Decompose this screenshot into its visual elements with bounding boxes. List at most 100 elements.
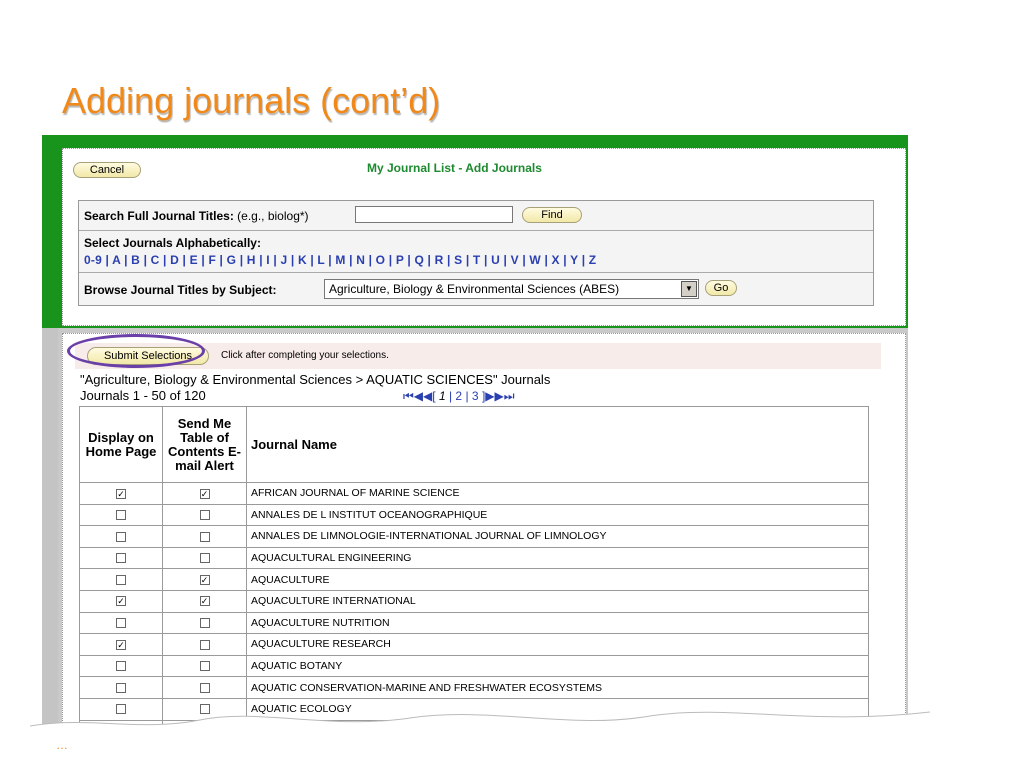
journal-name: AQUACULTURE — [246, 568, 869, 591]
pager-sep: | — [445, 389, 456, 403]
alert-checkbox[interactable] — [199, 510, 210, 521]
alert-checkbox[interactable]: ✓ — [199, 488, 210, 499]
table-row: AQUACULTURE NUTRITION — [79, 611, 869, 635]
alert-cell: ✓ — [162, 589, 247, 613]
results-count: Journals 1 - 50 of 120 — [80, 388, 206, 403]
table-row: ANNALES DE L INSTITUT OCEANOGRAPHIQUE — [79, 503, 869, 527]
alert-checkbox[interactable] — [199, 553, 210, 564]
display-cell — [79, 525, 163, 548]
alert-cell: ✓ — [162, 482, 247, 505]
display-checkbox[interactable] — [116, 682, 126, 693]
go-button[interactable]: Go — [705, 280, 737, 296]
pager-next-last[interactable]: ]▶▶⏭ — [482, 389, 515, 403]
table-row: ✓ AQUACULTURE RESEARCH — [79, 633, 869, 656]
table-row: ✓ AQUACULTURE — [79, 568, 869, 591]
display-cell: ✓ — [79, 589, 163, 613]
journal-name: ANNALES DE L INSTITUT OCEANOGRAPHIQUE — [246, 503, 869, 527]
pager-current: 1 — [438, 389, 446, 403]
alert-cell — [162, 611, 247, 635]
alert-cell — [162, 525, 247, 548]
subject-select-value: Agriculture, Biology & Environmental Sci… — [329, 282, 620, 296]
display-cell — [79, 568, 163, 591]
pager-page-3[interactable]: 3 — [472, 389, 479, 403]
search-label: Search Full Journal Titles: (e.g., biolo… — [84, 209, 309, 223]
torn-edge — [30, 711, 930, 768]
table-row: AQUACULTURAL ENGINEERING — [79, 546, 869, 570]
alert-checkbox[interactable] — [199, 531, 210, 542]
journal-name: ANNALES DE LIMNOLOGIE-INTERNATIONAL JOUR… — [246, 525, 869, 548]
display-checkbox[interactable]: ✓ — [116, 639, 126, 650]
display-checkbox[interactable] — [116, 531, 126, 542]
breadcrumb: "Agriculture, Biology & Environmental Sc… — [80, 372, 551, 387]
add-journals-panel: Cancel My Journal List - Add Journals Se… — [62, 148, 906, 326]
display-checkbox[interactable] — [116, 510, 126, 521]
header-alert: Send Me Table of Contents E-mail Alert — [162, 406, 247, 483]
search-options-box: Search Full Journal Titles: (e.g., biolo… — [78, 200, 874, 306]
display-cell — [79, 654, 163, 678]
cancel-button[interactable]: Cancel — [73, 162, 141, 178]
pager-first-prev[interactable]: ⏮◀◀[ — [403, 389, 436, 403]
journal-table: Display on Home Page Send Me Table of Co… — [79, 406, 869, 743]
table-row: ✓ ✓ AFRICAN JOURNAL OF MARINE SCIENCE — [79, 482, 869, 505]
display-cell — [79, 611, 163, 635]
display-checkbox[interactable] — [116, 553, 126, 564]
alert-checkbox[interactable] — [199, 682, 210, 693]
alphabet-row: Select Journals Alphabetically: 0-9 | A … — [79, 231, 873, 273]
subject-select[interactable]: Agriculture, Biology & Environmental Sci… — [324, 279, 699, 299]
journal-name: AFRICAN JOURNAL OF MARINE SCIENCE — [246, 482, 869, 505]
table-row: AQUATIC CONSERVATION-MARINE AND FRESHWAT… — [79, 676, 869, 699]
slide-title: Adding journals (cont’d) — [62, 80, 441, 121]
alert-cell — [162, 503, 247, 527]
search-input[interactable] — [355, 206, 513, 223]
browse-row: Browse Journal Titles by Subject: Agricu… — [79, 273, 873, 306]
alert-checkbox[interactable]: ✓ — [199, 574, 210, 585]
browse-label: Browse Journal Titles by Subject: — [84, 283, 277, 297]
display-checkbox[interactable] — [116, 618, 126, 629]
dropdown-arrow-icon[interactable]: ▼ — [681, 281, 697, 297]
alert-cell — [162, 546, 247, 570]
pager-sep: | — [462, 389, 472, 403]
table-row: ANNALES DE LIMNOLOGIE-INTERNATIONAL JOUR… — [79, 525, 869, 548]
journal-name: AQUACULTURAL ENGINEERING — [246, 546, 869, 570]
display-cell: ✓ — [79, 482, 163, 505]
display-checkbox[interactable]: ✓ — [116, 488, 126, 499]
alert-cell — [162, 676, 247, 699]
alert-cell: ✓ — [162, 568, 247, 591]
alphabet-links[interactable]: 0-9 | A | B | C | D | E | F | G | H | I … — [84, 253, 596, 267]
search-label-text: Search Full Journal Titles: — [84, 209, 234, 223]
display-cell: ✓ — [79, 633, 163, 656]
panel-heading: My Journal List - Add Journals — [367, 161, 542, 175]
alert-checkbox[interactable] — [199, 661, 210, 672]
alert-checkbox[interactable] — [199, 639, 210, 650]
header-display: Display on Home Page — [79, 406, 163, 483]
display-cell — [79, 676, 163, 699]
left-strip — [42, 328, 58, 755]
alert-cell — [162, 654, 247, 678]
journal-name: AQUATIC BOTANY — [246, 654, 869, 678]
search-row: Search Full Journal Titles: (e.g., biolo… — [79, 201, 873, 231]
alert-checkbox[interactable] — [199, 618, 210, 629]
alert-cell — [162, 633, 247, 656]
submit-hint: Click after completing your selections. — [221, 350, 389, 361]
highlight-oval — [67, 334, 205, 368]
display-checkbox[interactable] — [116, 574, 126, 585]
search-hint: (e.g., biolog*) — [233, 209, 309, 223]
results-panel: Submit Selections Click after completing… — [62, 333, 906, 755]
alert-checkbox[interactable]: ✓ — [199, 596, 210, 607]
journal-name: AQUACULTURE RESEARCH — [246, 633, 869, 656]
table-row: ✓ ✓ AQUACULTURE INTERNATIONAL — [79, 589, 869, 613]
table-header-row: Display on Home Page Send Me Table of Co… — [79, 406, 869, 483]
display-checkbox[interactable]: ✓ — [116, 596, 126, 607]
footer-ellipsis: … — [56, 738, 68, 752]
alphabet-label: Select Journals Alphabetically: — [84, 236, 261, 250]
table-row: AQUATIC BOTANY — [79, 654, 869, 678]
display-checkbox[interactable] — [116, 661, 126, 672]
screenshot-frame: Cancel My Journal List - Add Journals Se… — [42, 135, 908, 755]
journal-name: AQUACULTURE NUTRITION — [246, 611, 869, 635]
journal-name: AQUACULTURE INTERNATIONAL — [246, 589, 869, 613]
display-cell — [79, 503, 163, 527]
pager: ⏮◀◀[ 1 | 2 | 3 ]▶▶⏭ — [403, 389, 515, 404]
find-button[interactable]: Find — [522, 207, 582, 223]
display-cell — [79, 546, 163, 570]
header-journal-name: Journal Name — [246, 406, 869, 483]
